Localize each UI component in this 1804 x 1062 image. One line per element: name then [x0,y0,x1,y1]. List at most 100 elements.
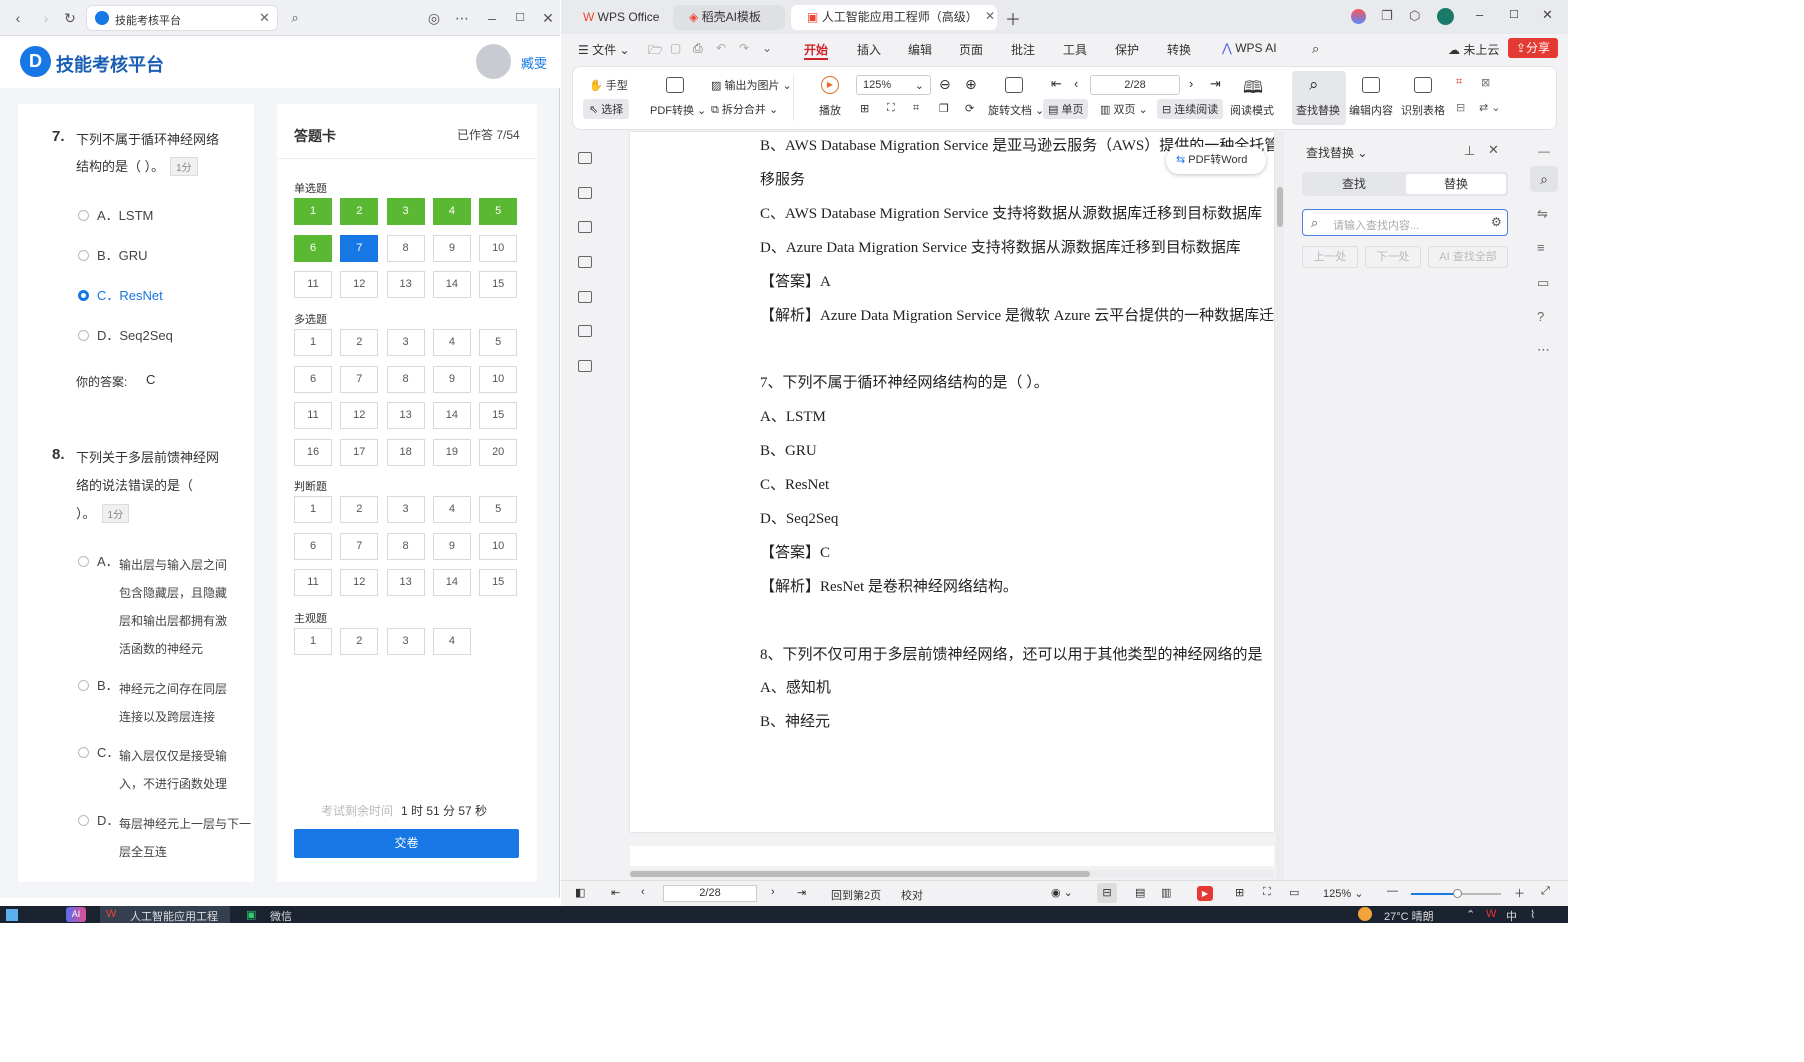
question-cell[interactable]: 3 [386,628,425,655]
undo-icon[interactable]: ↶ [716,41,726,55]
ai-app-icon[interactable]: AI [66,907,86,922]
attachment-icon[interactable] [578,291,592,303]
tab-replace[interactable]: 替换 [1406,174,1506,194]
outline-icon[interactable] [578,152,592,164]
continuous-icon[interactable]: ⊟ [1097,883,1117,903]
question-cell[interactable]: 2 [340,628,379,655]
radio-selected-icon[interactable] [78,290,89,301]
forward-icon[interactable]: › [36,8,56,28]
vertical-scrollbar[interactable] [1276,132,1284,880]
question-cell[interactable]: 14 [432,402,471,429]
question-cell[interactable]: 10 [479,365,518,393]
user-avatar[interactable] [1437,8,1454,25]
last-page-icon[interactable]: ⇥ [1210,76,1221,92]
browser-tab[interactable]: 技能考核平台 ✕ [86,5,278,31]
window-icon[interactable]: ❐ [1381,8,1393,24]
avatar[interactable] [476,44,511,79]
menu-file[interactable]: ☰ 文件 ⌄ [578,41,630,58]
question-cell[interactable]: 14 [432,569,471,596]
taskbar-item-wps[interactable]: W 人工智能应用工程 [100,906,230,923]
radio-icon[interactable] [78,210,89,221]
more-chevron-icon[interactable]: ⌄ [762,41,772,55]
zoom-select[interactable]: 125% ⌄ [856,75,931,95]
question-cell[interactable]: 4 [432,496,471,523]
ocr-icon[interactable]: ⊠ [1481,76,1490,89]
select-tool[interactable]: ⇖ 选择 [583,99,630,119]
recognize-table-button[interactable]: 识别表格 [1401,102,1445,118]
menu-edit[interactable]: 编辑 [908,41,932,58]
question-cell[interactable]: 6 [294,234,332,262]
question-cell[interactable]: 13 [386,402,425,429]
first-page-icon[interactable]: ⇤ [611,886,620,899]
search-icon[interactable]: ⌕ [1312,41,1319,57]
radio-icon[interactable] [78,330,89,341]
proofread-button[interactable]: 校对 [901,887,923,903]
print-icon[interactable]: ⎙ [693,41,703,56]
question-cell[interactable]: 1 [294,496,332,523]
status-page-input[interactable]: 2/28 [663,885,757,902]
form-icon[interactable]: ⊟ [1456,101,1465,114]
question-cell[interactable]: 13 [386,569,425,596]
radio-icon[interactable] [78,556,89,567]
option-d[interactable]: D．Seq2Seq [78,325,173,344]
menu-page[interactable]: 页面 [959,41,983,58]
search-icon[interactable]: ⌕ [1530,166,1558,192]
fit-width-icon[interactable]: ⊞ [1235,886,1244,899]
pdf-convert-button[interactable]: PDF转换 ⌄ [650,102,706,118]
minimize-icon[interactable]: – [1476,7,1483,22]
option-c[interactable]: C．ResNet [78,285,163,304]
tray-app-icon[interactable]: W [1486,908,1496,920]
tab-wps-office[interactable]: W WPS Office [567,5,667,30]
more-icon[interactable]: ⋯ [452,8,472,28]
question-cell[interactable]: 12 [340,402,379,429]
zoom-slider-handle[interactable] [1453,889,1462,898]
radio-icon[interactable] [78,680,89,691]
rotate-icon[interactable]: ⟳ [965,102,974,115]
question-cell[interactable]: 10 [479,234,518,262]
copy-icon[interactable]: ❐ [939,102,949,115]
back-to-page-link[interactable]: 回到第2页 [831,887,881,903]
export-image-button[interactable]: ▨ 输出为图片 ⌄ [711,77,792,93]
submit-button[interactable]: 交卷 [294,829,519,858]
menu-protect[interactable]: 保护 [1115,41,1139,58]
more-icon[interactable]: ⋯ [1537,342,1550,358]
question-cell[interactable]: 17 [340,438,379,466]
question-cell[interactable]: 3 [386,496,425,523]
question-cell[interactable]: 9 [432,365,471,393]
minimize-icon[interactable]: – [482,8,502,28]
translate-icon[interactable]: ⇋ [1537,206,1548,222]
comment-icon[interactable] [578,256,592,268]
menu-insert[interactable]: 插入 [857,41,881,58]
radio-icon[interactable] [78,250,89,261]
question-cell[interactable]: 10 [479,532,518,560]
next-match-button[interactable]: 下一处 [1365,246,1421,268]
menu-convert[interactable]: 转换 [1167,41,1191,58]
menu-wps-ai[interactable]: ⋀ WPS AI [1222,41,1277,55]
read-mode-button[interactable]: 阅读模式 [1230,102,1274,118]
ai-icon[interactable] [1351,9,1366,24]
option-b[interactable]: B． [78,675,119,694]
question-cell[interactable]: 15 [479,402,518,429]
close-window-icon[interactable]: ✕ [1542,7,1553,23]
horizontal-scrollbar[interactable] [630,870,1274,878]
last-page-icon[interactable]: ⇥ [797,886,806,899]
pin-icon[interactable]: ⊥ [1464,143,1475,159]
edit-content-button[interactable]: 编辑内容 [1349,102,1393,118]
zoom-slider[interactable] [1411,889,1501,898]
tab-find[interactable]: 查找 [1304,174,1404,194]
question-cell[interactable]: 19 [432,438,471,466]
question-cell[interactable]: 6 [294,365,332,393]
split-merge-button[interactable]: ⧉ 拆分合并 ⌄ [711,101,778,117]
pdf-to-word-button[interactable]: ⇆ PDF转Word [1166,147,1266,174]
back-icon[interactable]: ‹ [8,8,28,28]
question-cell[interactable]: 7 [340,532,379,560]
question-cell[interactable]: 2 [340,329,379,356]
question-cell[interactable]: 4 [432,329,471,356]
question-cell[interactable]: 2 [340,496,379,523]
maximize-icon[interactable]: ☐ [1509,8,1519,21]
question-cell[interactable]: 11 [294,271,332,298]
open-icon[interactable]: 🗁 [648,41,663,62]
share-button[interactable]: ⇪分享 [1508,38,1558,58]
search-icon[interactable]: ⌕ [285,8,305,28]
ime-indicator[interactable]: 中 [1506,908,1517,924]
